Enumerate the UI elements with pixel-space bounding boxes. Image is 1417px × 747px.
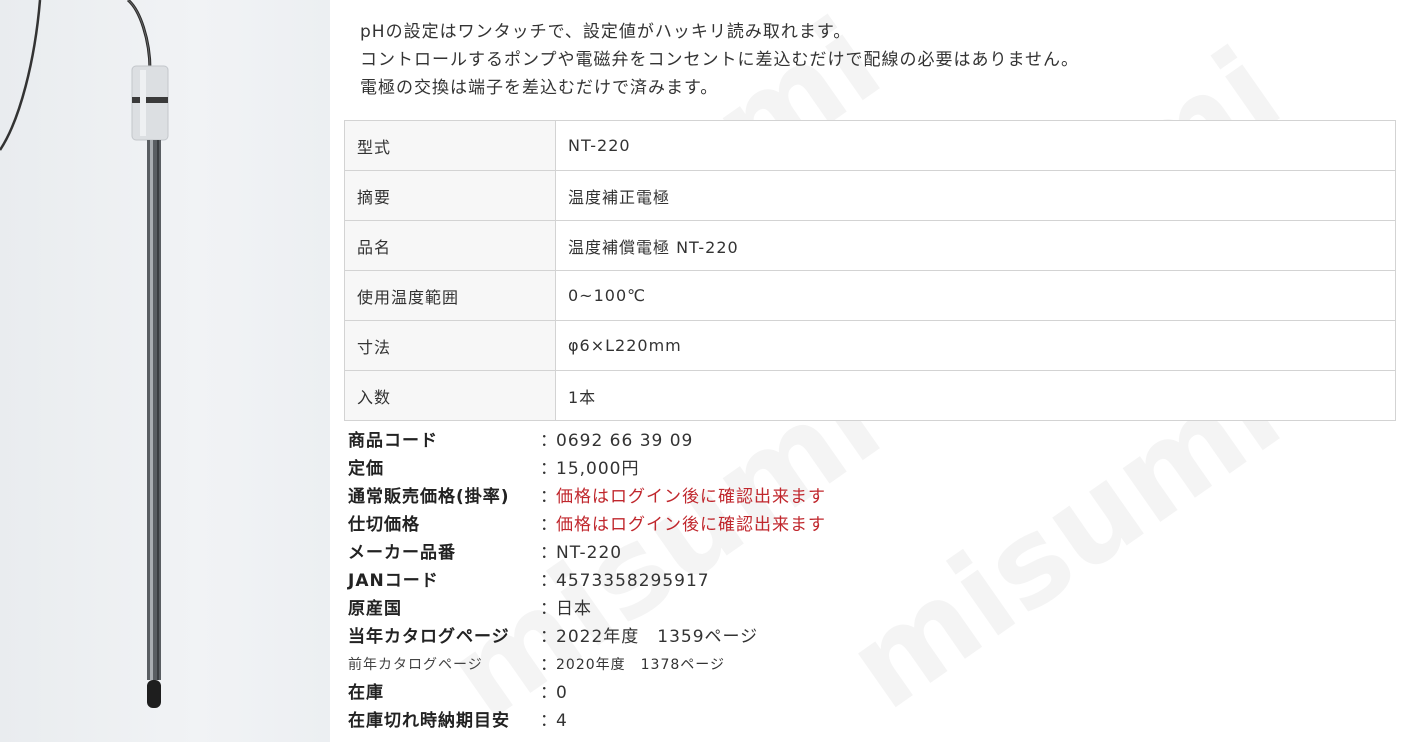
info-separator: ： bbox=[540, 431, 558, 451]
info-value: 日本 bbox=[556, 599, 592, 619]
info-label: JANコード bbox=[348, 571, 439, 591]
info-row-origin-country: 原産国 ： 日本 bbox=[348, 595, 826, 623]
description-line: コントロールするポンプや電磁弁をコンセントに差込むだけで配線の必要はありません。 bbox=[360, 50, 1079, 70]
spec-value: 1本 bbox=[555, 370, 1396, 421]
info-row-jan-code: JANコード ： 4573358295917 bbox=[348, 567, 826, 595]
info-label: メーカー品番 bbox=[348, 543, 456, 563]
table-row: 寸法 φ6×L220mm bbox=[344, 320, 1396, 371]
info-label: 定価 bbox=[348, 459, 384, 479]
info-value: 4573358295917 bbox=[556, 571, 710, 591]
login-price-notice: 価格はログイン後に確認出来ます bbox=[556, 515, 826, 535]
product-details: pHの設定はワンタッチで、設定値がハッキリ読み取れます。 コントロールするポンプ… bbox=[344, 0, 1396, 731]
info-row-stock: 在庫 ： 0 bbox=[348, 679, 826, 707]
info-row-lead-time: 在庫切れ時納期目安 ： 4 bbox=[348, 707, 826, 735]
product-description: pHの設定はワンタッチで、設定値がハッキリ読み取れます。 コントロールするポンプ… bbox=[360, 18, 1396, 102]
info-value: 0 bbox=[556, 683, 568, 703]
spec-key: 入数 bbox=[344, 370, 556, 421]
info-value: 2022年度 1359ページ bbox=[556, 627, 759, 647]
info-separator: ： bbox=[540, 543, 558, 563]
description-line: 電極の交換は端子を差込むだけで済みます。 bbox=[360, 78, 719, 98]
info-separator: ： bbox=[540, 459, 558, 479]
info-row-maker-part-no: メーカー品番 ： NT-220 bbox=[348, 539, 826, 567]
product-image bbox=[0, 0, 330, 742]
info-label: 原産国 bbox=[348, 599, 402, 619]
info-label: 仕切価格 bbox=[348, 515, 420, 535]
spec-value: φ6×L220mm bbox=[555, 320, 1396, 371]
info-value: 0692 66 39 09 bbox=[556, 431, 694, 451]
table-row: 型式 NT-220 bbox=[344, 120, 1396, 171]
spec-key: 摘要 bbox=[344, 170, 556, 221]
spec-table: 型式 NT-220 摘要 温度補正電極 品名 温度補償電極 NT-220 使用温… bbox=[344, 120, 1396, 421]
info-label: 当年カタログページ bbox=[348, 627, 510, 647]
info-separator: ： bbox=[540, 599, 558, 619]
info-value: 2020年度 1378ページ bbox=[556, 657, 725, 673]
table-row: 入数 1本 bbox=[344, 370, 1396, 421]
info-row-current-catalog-page: 当年カタログページ ： 2022年度 1359ページ bbox=[348, 623, 826, 651]
table-row: 摘要 温度補正電極 bbox=[344, 170, 1396, 221]
info-value: 4 bbox=[556, 711, 568, 731]
info-label: 在庫切れ時納期目安 bbox=[348, 711, 510, 731]
info-row-list-price: 定価 ： 15,000円 bbox=[348, 455, 826, 483]
info-label: 前年カタログページ bbox=[348, 657, 483, 673]
spec-key: 型式 bbox=[344, 120, 556, 171]
info-separator: ： bbox=[540, 487, 558, 507]
info-value: 15,000円 bbox=[556, 459, 640, 479]
info-label: 在庫 bbox=[348, 683, 384, 703]
spec-value: 0~100℃ bbox=[555, 270, 1396, 321]
info-separator: ： bbox=[540, 515, 558, 535]
info-separator: ： bbox=[540, 571, 558, 591]
info-row-wholesale-price: 仕切価格 ： 価格はログイン後に確認出来ます bbox=[348, 511, 826, 539]
info-row-product-code: 商品コード ： 0692 66 39 09 bbox=[348, 427, 826, 455]
info-separator: ： bbox=[540, 683, 558, 703]
electrode-illustration bbox=[0, 0, 169, 708]
description-line: pHの設定はワンタッチで、設定値がハッキリ読み取れます。 bbox=[360, 22, 852, 42]
info-label: 通常販売価格(掛率) bbox=[348, 487, 510, 507]
info-row-previous-catalog-page: 前年カタログページ ： 2020年度 1378ページ bbox=[348, 651, 826, 679]
info-row-sale-price: 通常販売価格(掛率) ： 価格はログイン後に確認出来ます bbox=[348, 483, 826, 511]
table-row: 使用温度範囲 0~100℃ bbox=[344, 270, 1396, 321]
table-row: 品名 温度補償電極 NT-220 bbox=[344, 220, 1396, 271]
info-separator: ： bbox=[540, 627, 558, 647]
spec-value: NT-220 bbox=[555, 120, 1396, 171]
info-label: 商品コード bbox=[348, 431, 438, 451]
spec-key: 寸法 bbox=[344, 320, 556, 371]
login-price-notice: 価格はログイン後に確認出来ます bbox=[556, 487, 826, 507]
spec-key: 品名 bbox=[344, 220, 556, 271]
info-separator: ： bbox=[540, 655, 558, 675]
info-separator: ： bbox=[540, 711, 558, 731]
spec-value: 温度補正電極 bbox=[555, 170, 1396, 221]
spec-value: 温度補償電極 NT-220 bbox=[555, 220, 1396, 271]
product-info-list: 商品コード ： 0692 66 39 09 定価 ： 15,000円 通常販売価… bbox=[348, 427, 826, 735]
spec-key: 使用温度範囲 bbox=[344, 270, 556, 321]
info-value: NT-220 bbox=[556, 543, 623, 563]
